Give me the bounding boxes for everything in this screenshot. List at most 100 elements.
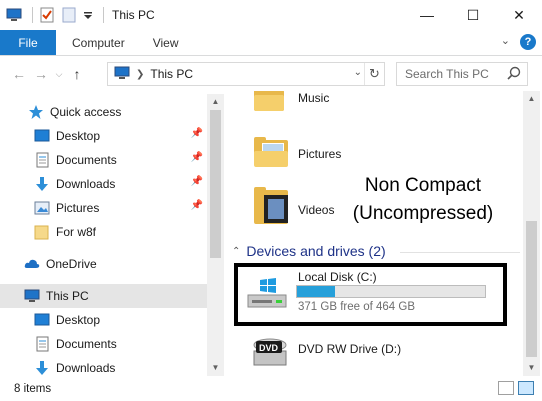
downloads-icon	[34, 176, 50, 192]
nav-item-label: Desktop	[56, 129, 101, 143]
recent-locations-icon[interactable]: ⌵	[52, 69, 66, 80]
pin-icon[interactable]: 📌	[191, 152, 203, 163]
up-arrow-icon[interactable]: ↑	[66, 66, 88, 82]
tab-file[interactable]: File	[0, 30, 56, 55]
folder-item-videos[interactable]: Videos	[228, 187, 334, 225]
status-bar: 8 items	[0, 376, 542, 401]
folder-item-pictures[interactable]: Pictures	[228, 137, 341, 167]
content-pane-scrollbar[interactable]: ▲ ▼	[523, 91, 540, 376]
nav-item-downloads[interactable]: Downloads 📌	[0, 172, 207, 196]
quick-access-toolbar: This PC	[0, 0, 155, 30]
navigation-bar: ← → ⌵ ↑ ❯ This PC ⌄ ↻ Search This PC	[0, 57, 542, 91]
customize-toolbar-icon[interactable]	[83, 7, 93, 23]
ribbon-right: ⌄ ?	[501, 34, 536, 50]
cloud-icon	[24, 256, 40, 272]
forward-arrow-icon[interactable]: →	[30, 66, 52, 82]
breadcrumb-chevron-icon[interactable]: ❯	[136, 69, 144, 80]
scrollbar-thumb[interactable]	[210, 110, 221, 258]
toolbar-separator	[32, 7, 33, 23]
computer-icon	[114, 66, 130, 83]
disk-usage-fill	[297, 286, 335, 297]
scroll-down-icon[interactable]: ▼	[523, 360, 540, 376]
computer-icon	[24, 288, 40, 304]
nav-item-onedrive[interactable]: OneDrive	[0, 252, 207, 276]
scroll-up-icon[interactable]: ▲	[523, 91, 540, 107]
search-placeholder: Search This PC	[405, 67, 489, 81]
nav-item-documents[interactable]: Documents 📌	[0, 148, 207, 172]
documents-icon	[34, 336, 50, 352]
navigation-pane: Quick access Desktop 📌 Documents 📌 Downl…	[0, 94, 222, 376]
nav-item-documents-pc[interactable]: Documents	[0, 332, 207, 356]
downloads-icon	[34, 360, 50, 376]
expand-ribbon-icon[interactable]: ⌄	[501, 34, 510, 50]
new-folder-icon[interactable]	[61, 7, 77, 23]
maximize-button[interactable]: ☐	[450, 0, 496, 30]
folder-label: Music	[298, 91, 330, 105]
folder-label: Pictures	[298, 147, 342, 161]
title-bar: This PC — ☐ ✕	[0, 0, 542, 30]
search-icon	[507, 66, 521, 83]
star-icon	[28, 104, 44, 120]
section-title: Devices and drives (2)	[246, 243, 386, 259]
folder-label: Videos	[298, 203, 335, 217]
drive-free-space: 371 GB free of 464 GB	[298, 301, 415, 313]
annotation-line: (Uncompressed)	[352, 203, 494, 224]
nav-pane-scrollbar[interactable]: ▲ ▼	[207, 94, 224, 376]
window-title: This PC	[112, 8, 155, 22]
nav-item-label: This PC	[46, 289, 89, 303]
nav-item-this-pc[interactable]: This PC	[0, 284, 207, 308]
devices-section-header[interactable]: ⌃ Devices and drives (2)	[232, 243, 386, 259]
pictures-folder-icon	[254, 137, 288, 167]
back-arrow-icon[interactable]: ←	[8, 66, 30, 82]
properties-icon[interactable]	[39, 7, 55, 23]
refresh-icon[interactable]: ↻	[364, 63, 384, 85]
scrollbar-thumb[interactable]	[526, 221, 537, 357]
disk-usage-bar	[296, 285, 486, 298]
details-view-icon[interactable]	[498, 381, 514, 395]
address-bar[interactable]: ❯ This PC ⌄ ↻	[107, 62, 385, 86]
drive-label[interactable]: DVD RW Drive (D:)	[298, 342, 401, 356]
desktop-icon	[34, 128, 50, 144]
breadcrumb-this-pc[interactable]: This PC	[150, 67, 193, 81]
pin-icon[interactable]: 📌	[191, 128, 203, 139]
scroll-up-icon[interactable]: ▲	[207, 94, 224, 110]
search-input[interactable]: Search This PC	[396, 62, 528, 86]
nav-item-label: OneDrive	[46, 257, 97, 271]
nav-item-label: For w8f	[56, 225, 97, 239]
annotation-line: Non Compact	[364, 175, 482, 196]
nav-item-label: Pictures	[56, 201, 100, 215]
close-button[interactable]: ✕	[496, 0, 542, 30]
toolbar-separator	[103, 7, 104, 23]
window-controls: — ☐ ✕	[404, 0, 542, 30]
nav-item-for-w8f[interactable]: For w8f	[0, 220, 207, 244]
nav-item-label: Downloads	[56, 177, 116, 191]
documents-icon	[34, 152, 50, 168]
nav-item-desktop[interactable]: Desktop 📌	[0, 124, 207, 148]
folder-icon	[34, 224, 50, 240]
collapse-chevron-icon[interactable]: ⌃	[232, 246, 240, 257]
pictures-icon	[34, 200, 50, 216]
minimize-button[interactable]: —	[404, 0, 450, 30]
dvd-badge: DVD	[259, 343, 279, 353]
content-pane: Music Pictures Videos ⌃ Devices and driv…	[228, 91, 523, 376]
nav-item-label: Downloads	[56, 361, 116, 375]
nav-item-desktop-pc[interactable]: Desktop	[0, 308, 207, 332]
local-disk-icon	[246, 275, 288, 314]
pin-icon[interactable]: 📌	[191, 176, 203, 187]
dvd-drive-icon: DVD	[252, 329, 288, 372]
pin-icon[interactable]: 📌	[191, 200, 203, 211]
nav-item-quick-access[interactable]: Quick access	[0, 100, 207, 124]
address-dropdown-icon[interactable]: ⌄	[354, 67, 362, 78]
drive-label[interactable]: Local Disk (C:)	[298, 270, 377, 284]
scroll-down-icon[interactable]: ▼	[207, 360, 224, 376]
help-icon[interactable]: ?	[520, 34, 536, 50]
folder-item-music[interactable]: Music	[228, 91, 329, 111]
nav-item-label: Documents	[56, 337, 117, 351]
nav-item-label: Quick access	[50, 105, 122, 119]
nav-item-pictures[interactable]: Pictures 📌	[0, 196, 207, 220]
large-icons-view-icon[interactable]	[518, 381, 534, 395]
nav-item-downloads-pc[interactable]: Downloads	[0, 356, 207, 376]
computer-icon[interactable]	[6, 7, 22, 23]
tab-view[interactable]: View	[139, 30, 193, 55]
tab-computer[interactable]: Computer	[56, 30, 139, 55]
